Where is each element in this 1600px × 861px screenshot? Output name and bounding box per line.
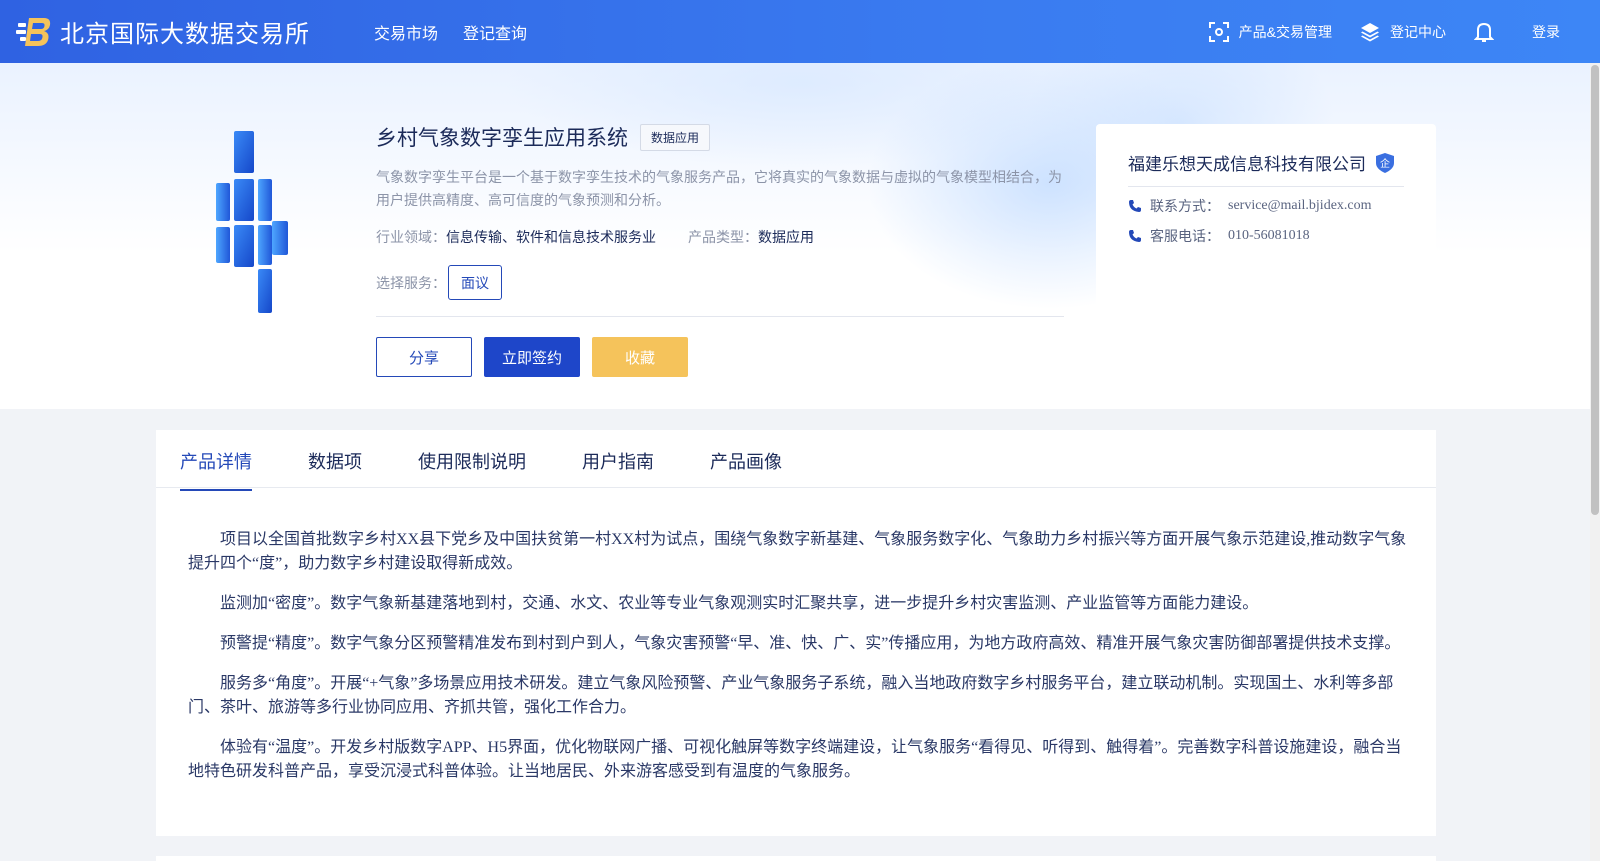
sign-now-button[interactable]: 立即签约	[484, 337, 580, 377]
product-description: 气象数字孪生平台是一个基于数字孪生技术的气象服务产品，它将真实的气象数据与虚拟的…	[376, 169, 1062, 208]
contact-email[interactable]: service@mail.bjidex.com	[1228, 198, 1372, 214]
main-nav: 交易市场 登记查询	[374, 20, 552, 44]
favorite-button[interactable]: 收藏	[592, 337, 688, 377]
bjidex-logo-icon	[16, 17, 51, 46]
industry-field: 行业领域：信息传输、软件和信息技术服务业	[376, 227, 656, 247]
industry-value: 信息传输、软件和信息技术服务业	[446, 229, 656, 245]
company-name-row: 福建乐想天成信息科技有限公司 企	[1128, 150, 1394, 175]
layers-icon	[1361, 22, 1379, 41]
tab-usage-restrictions[interactable]: 使用限制说明	[418, 448, 526, 489]
product-tag: 数据应用	[640, 123, 711, 151]
brand[interactable]: 北京国际大数据交易所	[16, 14, 310, 49]
company-divider	[1128, 186, 1404, 187]
phone-icon	[1129, 230, 1141, 242]
scan-focus-icon	[1208, 21, 1229, 42]
product-logo-icon	[216, 131, 288, 313]
page-scrollbar[interactable]	[1590, 63, 1600, 861]
company-card: 福建乐想天成信息科技有限公司 企 联系方式： service@mail.bjid…	[1096, 124, 1436, 344]
hero-divider	[376, 316, 1064, 317]
share-button[interactable]: 分享	[376, 337, 472, 377]
industry-label: 行业领域：	[376, 229, 446, 245]
contact-phone-row: 客服电话： 010-56081018	[1128, 226, 1310, 246]
login-button[interactable]: 登录	[1532, 22, 1560, 42]
register-center-label: 登记中心	[1390, 23, 1446, 40]
article-paragraph: 监测加“密度”。数字气象新基建落地到村，交通、水文、农业等专业气象观测实时汇聚共…	[220, 595, 1259, 612]
company-name: 福建乐想天成信息科技有限公司	[1128, 155, 1366, 174]
next-section-edge	[156, 856, 1436, 861]
scrollbar-thumb[interactable]	[1591, 65, 1599, 515]
right-nav: 产品&交易管理 登记中心 登录	[1181, 0, 1560, 63]
notification-button[interactable]	[1474, 21, 1494, 43]
action-buttons: 分享 立即签约 收藏	[376, 337, 700, 377]
article-paragraph: 预警提“精度”。数字气象分区预警精准发布到村到户到人，气象灾害预警“早、准、快、…	[220, 635, 1401, 652]
tab-user-guide[interactable]: 用户指南	[582, 448, 654, 489]
nav-trade-market[interactable]: 交易市场	[374, 20, 438, 44]
nav-registration-query[interactable]: 登记查询	[463, 20, 527, 44]
article-paragraph: 项目以全国首批数字乡村XX县下党乡及中国扶贫第一村XX村为试点，围绕气象数字新基…	[188, 531, 1407, 572]
article-paragraph: 服务多“角度”。开展“+气象”多场景应用技术研发。建立气象风险预警、产业气象服务…	[188, 675, 1394, 716]
site-name: 北京国际大数据交易所	[60, 21, 310, 48]
service-selector: 选择服务： 面议	[376, 265, 502, 300]
service-option-negotiable[interactable]: 面议	[448, 265, 502, 300]
product-hero: 乡村气象数字孪生应用系统 数据应用 气象数字孪生平台是一个基于数字孪生技术的气象…	[0, 63, 1600, 409]
bell-icon	[1474, 22, 1494, 42]
contact-email-row: 联系方式： service@mail.bjidex.com	[1128, 196, 1372, 216]
top-navigation-bar: 北京国际大数据交易所 交易市场 登记查询 产品&交易管理 登记中心 登录	[0, 0, 1600, 63]
phone-icon	[1129, 200, 1141, 212]
product-type-value: 数据应用	[758, 229, 814, 245]
phone-number[interactable]: 010-56081018	[1228, 228, 1310, 244]
product-detail-article: 项目以全国首批数字乡村XX县下党乡及中国扶贫第一村XX村为试点，围绕气象数字新基…	[188, 528, 1408, 800]
tab-product-portrait[interactable]: 产品画像	[710, 448, 782, 489]
contact-label: 联系方式：	[1150, 198, 1220, 214]
product-trade-management-link[interactable]: 产品&交易管理	[1208, 21, 1332, 42]
service-label: 选择服务：	[376, 274, 446, 291]
phone-label: 客服电话：	[1150, 228, 1220, 244]
product-type-field: 产品类型：数据应用	[688, 227, 814, 247]
enterprise-badge-text: 企	[1380, 157, 1390, 170]
product-detail-card: 产品详情 数据项 使用限制说明 用户指南 产品画像 项目以全国首批数字乡村XX县…	[156, 430, 1436, 836]
register-center-link[interactable]: 登记中心	[1360, 22, 1446, 42]
product-title: 乡村气象数字孪生应用系统	[376, 127, 628, 150]
tab-data-items[interactable]: 数据项	[308, 448, 362, 489]
enterprise-shield-icon: 企	[1376, 152, 1394, 173]
product-meta: 行业领域：信息传输、软件和信息技术服务业 产品类型：数据应用	[376, 227, 846, 247]
product-trade-management-label: 产品&交易管理	[1238, 23, 1332, 40]
tab-product-details[interactable]: 产品详情	[180, 448, 252, 491]
product-title-row: 乡村气象数字孪生应用系统 数据应用	[376, 122, 711, 152]
detail-tabs: 产品详情 数据项 使用限制说明 用户指南 产品画像	[156, 430, 1436, 491]
article-paragraph: 体验有“温度”。开发乡村版数字APP、H5界面，优化物联网广播、可视化触屏等数字…	[188, 739, 1402, 780]
product-type-label: 产品类型：	[688, 229, 758, 245]
